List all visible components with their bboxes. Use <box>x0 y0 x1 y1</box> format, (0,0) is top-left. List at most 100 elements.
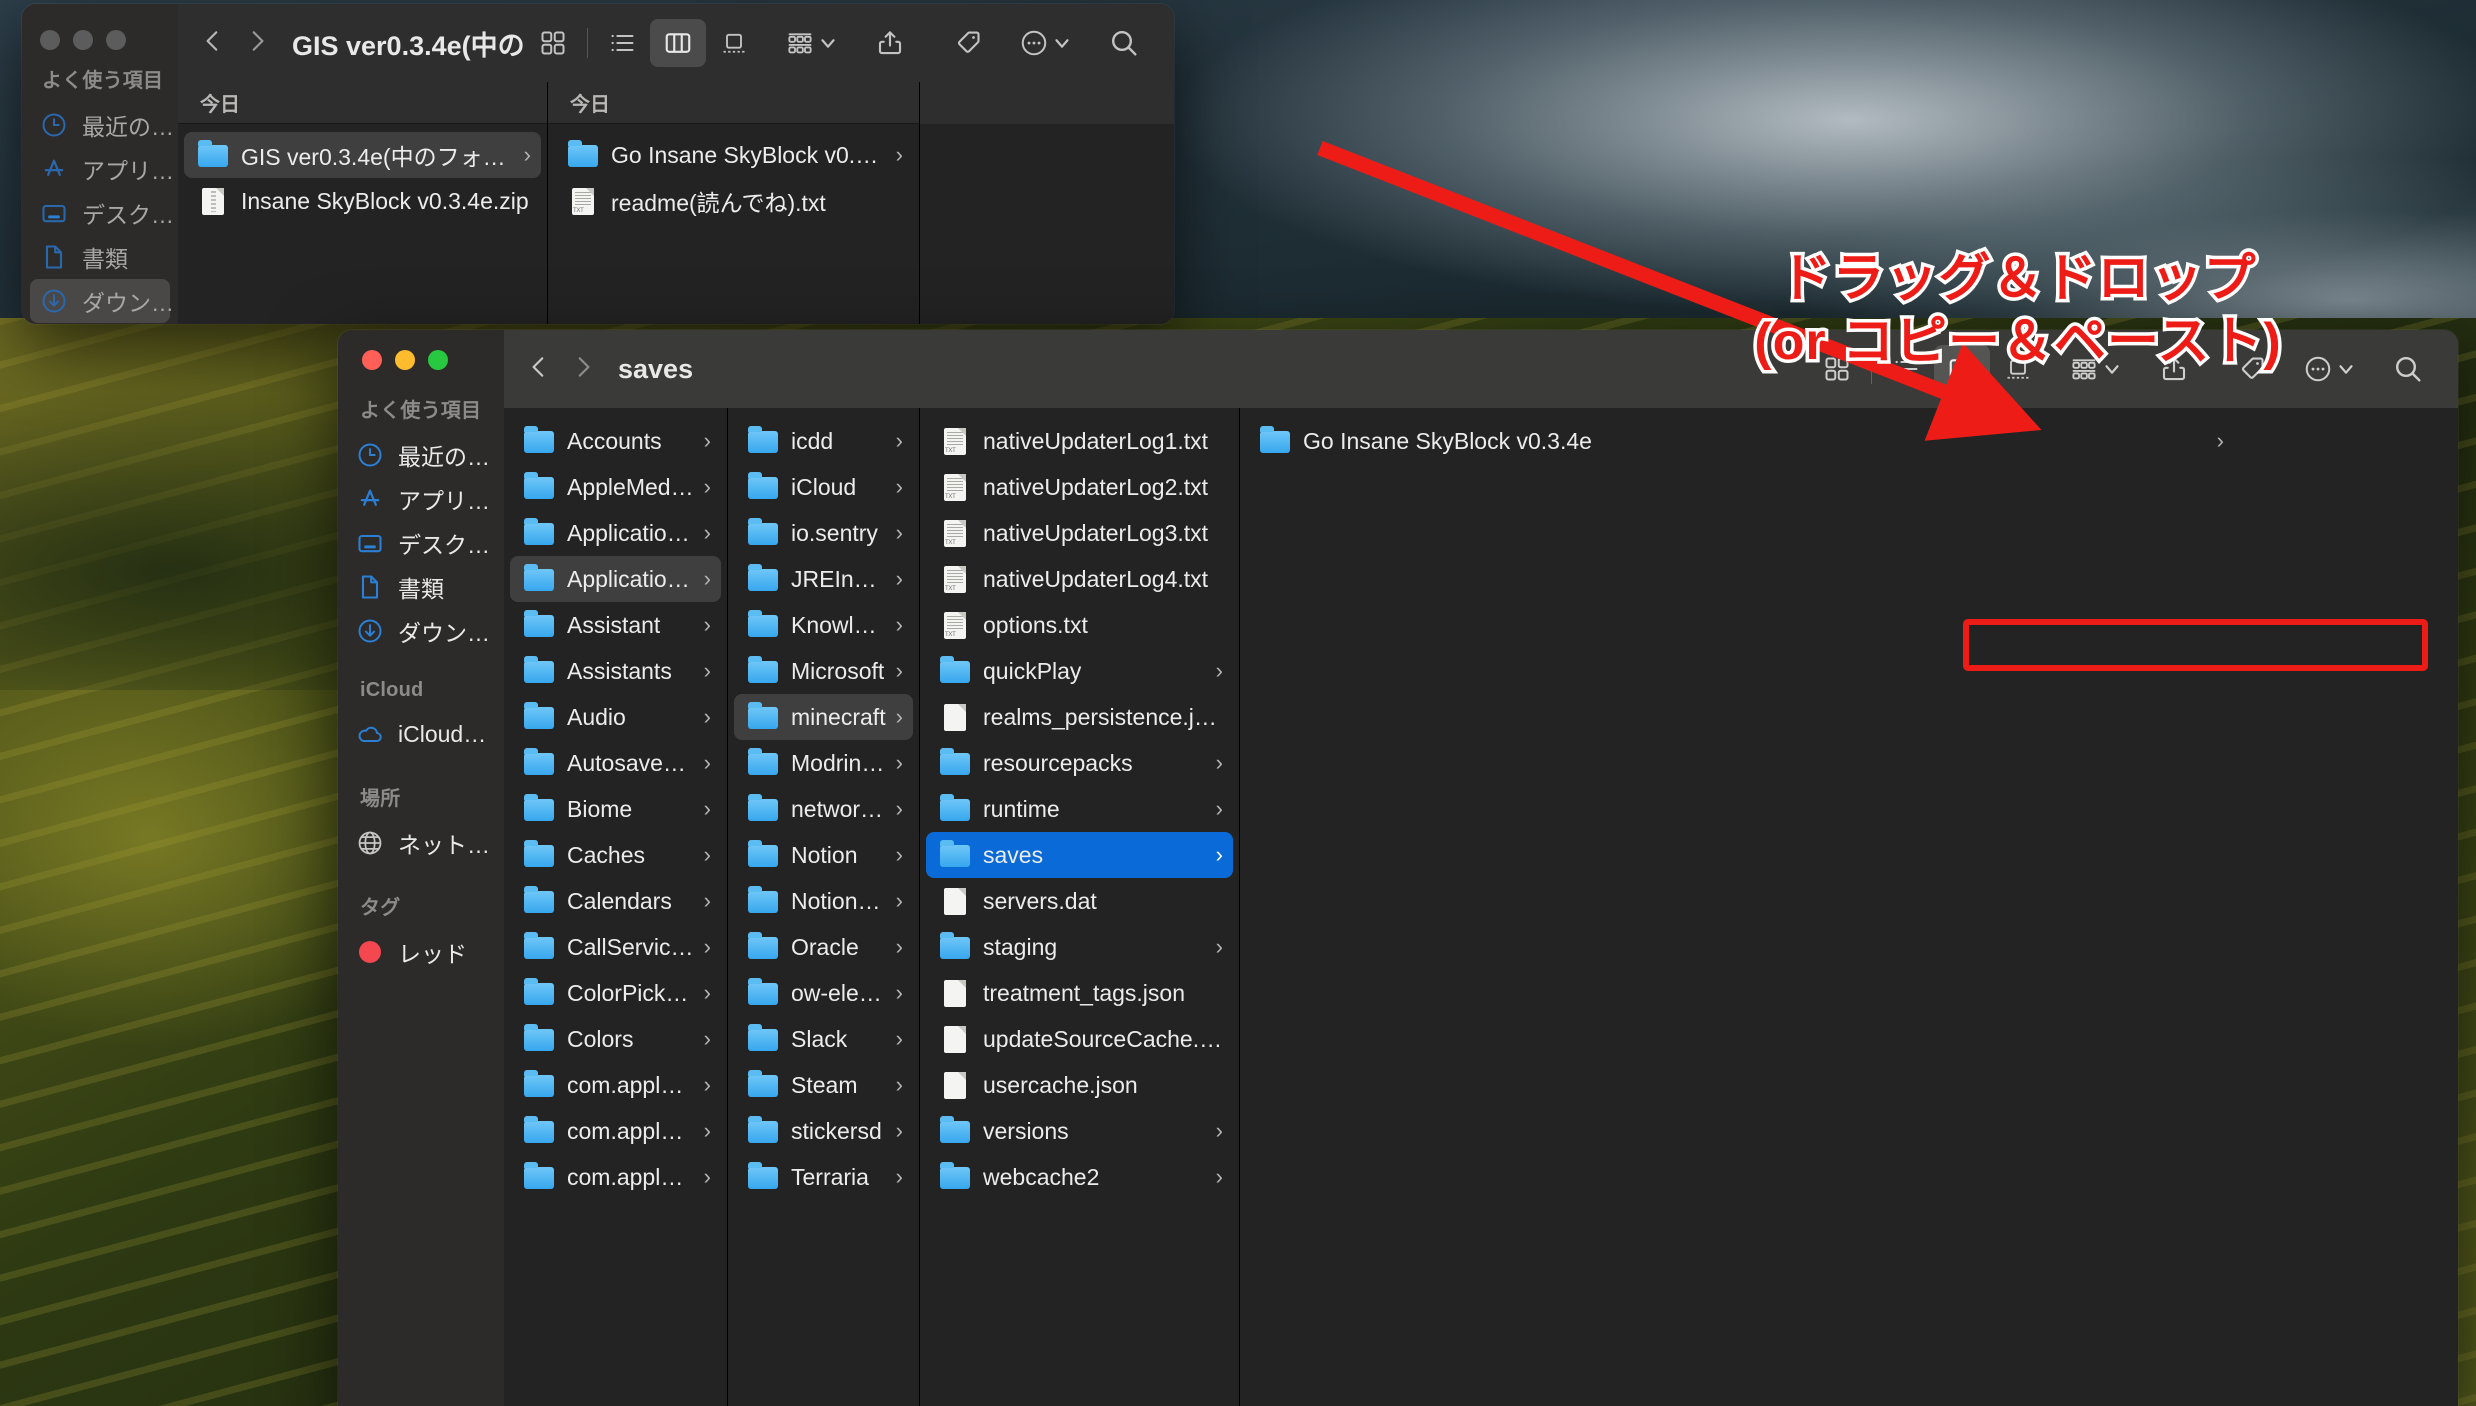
file-row[interactable]: stickersd › <box>734 1108 913 1154</box>
disclosure-chevron-icon[interactable]: › <box>886 750 903 776</box>
disclosure-chevron-icon[interactable]: › <box>694 612 711 638</box>
icon-view-button[interactable] <box>525 19 581 67</box>
sidebar-item-w2-sb-g2-0[interactable]: iCloud… <box>346 712 496 756</box>
file-row[interactable]: staging › <box>926 924 1233 970</box>
file-row[interactable]: servers.dat <box>926 878 1233 924</box>
file-row[interactable]: Assistants › <box>510 648 721 694</box>
disclosure-chevron-icon[interactable]: › <box>694 888 711 914</box>
file-row[interactable]: TXT nativeUpdaterLog4.txt <box>926 556 1233 602</box>
file-row[interactable]: resourcepacks › <box>926 740 1233 786</box>
forward-chevron-icon[interactable] <box>570 354 596 385</box>
file-row[interactable]: com.appl…Services› <box>510 1154 721 1200</box>
disclosure-chevron-icon[interactable]: › <box>1206 1164 1223 1190</box>
file-row[interactable]: quickPlay › <box>926 648 1233 694</box>
disclosure-chevron-icon[interactable]: › <box>694 842 711 868</box>
file-row[interactable]: Application Support› <box>510 556 721 602</box>
file-row[interactable]: ColorPickers › <box>510 970 721 1016</box>
window-controls-window2[interactable] <box>362 350 448 370</box>
disclosure-chevron-icon[interactable]: › <box>886 612 903 638</box>
file-row[interactable]: Go Insane SkyBlock v0.3.4e › <box>554 132 913 178</box>
file-row[interactable]: JREInstaller› <box>734 556 913 602</box>
file-row[interactable]: CallServices › <box>510 924 721 970</box>
sidebar-item-w2-sb-g3-0[interactable]: ネット… <box>346 821 496 865</box>
file-row[interactable]: TXT nativeUpdaterLog1.txt <box>926 418 1233 464</box>
file-row[interactable]: Insane SkyBlock v0.3.4e.zip <box>184 178 541 224</box>
file-row[interactable]: Audio › <box>510 694 721 740</box>
sidebar-item-w2-sb-g4-0[interactable]: レッド <box>346 930 496 974</box>
disclosure-chevron-icon[interactable]: › <box>886 934 903 960</box>
nav-buttons-window2[interactable] <box>526 354 596 385</box>
disclosure-chevron-icon[interactable]: › <box>886 1072 903 1098</box>
disclosure-chevron-icon[interactable]: › <box>694 980 711 1006</box>
file-row[interactable]: Application Scripts› <box>510 510 721 556</box>
file-row[interactable]: Notion Calendar› <box>734 878 913 924</box>
disclosure-chevron-icon[interactable]: › <box>886 704 903 730</box>
maximize-button[interactable] <box>428 350 448 370</box>
disclosure-chevron-icon[interactable]: › <box>1206 796 1223 822</box>
file-row[interactable]: Caches › <box>510 832 721 878</box>
column-view-button[interactable] <box>650 19 706 67</box>
disclosure-chevron-icon[interactable]: › <box>694 1026 711 1052</box>
disclosure-chevron-icon[interactable]: › <box>1206 934 1223 960</box>
disclosure-chevron-icon[interactable]: › <box>694 428 711 454</box>
file-row[interactable]: versions › <box>926 1108 1233 1154</box>
disclosure-chevron-icon[interactable]: › <box>694 934 711 960</box>
file-row[interactable]: runtime › <box>926 786 1233 832</box>
sidebar-item-w2-sb-g1-2[interactable]: デスク… <box>346 521 496 565</box>
file-row[interactable]: ModrinthApp› <box>734 740 913 786</box>
file-row[interactable]: minecraft › <box>734 694 913 740</box>
nav-buttons-window1[interactable] <box>200 28 270 59</box>
file-row[interactable]: Notion › <box>734 832 913 878</box>
more-actions-button[interactable] <box>1018 19 1074 67</box>
file-row[interactable]: Steam › <box>734 1062 913 1108</box>
file-row[interactable]: updateSourceCache.json <box>926 1016 1233 1062</box>
disclosure-chevron-icon[interactable]: › <box>694 1118 711 1144</box>
disclosure-chevron-icon[interactable]: › <box>694 1072 711 1098</box>
back-chevron-icon[interactable] <box>526 354 552 385</box>
sidebar-item-w2-sb-g1-1[interactable]: アプリ… <box>346 477 496 521</box>
file-row[interactable]: TXT nativeUpdaterLog3.txt <box>926 510 1233 556</box>
file-row[interactable]: io.sentry › <box>734 510 913 556</box>
file-row[interactable]: Autosave…ormation› <box>510 740 721 786</box>
file-row[interactable]: Accounts › <box>510 418 721 464</box>
minimize-button[interactable] <box>73 30 93 50</box>
search-button[interactable] <box>1096 19 1152 67</box>
file-row[interactable]: usercache.json <box>926 1062 1233 1108</box>
finder-window-saves[interactable]: よく使う項目 最近の… アプリ… デスク… 書類 ダウン… iCloud iCloud…… <box>338 330 2458 1406</box>
disclosure-chevron-icon[interactable]: › <box>886 1118 903 1144</box>
sidebar-item-w1-1[interactable]: アプリ… <box>30 147 174 191</box>
file-row[interactable]: realms_persistence.json <box>926 694 1233 740</box>
disclosure-chevron-icon[interactable]: › <box>694 704 711 730</box>
disclosure-chevron-icon[interactable]: › <box>694 520 711 546</box>
file-row[interactable]: ow-electron› <box>734 970 913 1016</box>
disclosure-chevron-icon[interactable]: › <box>886 796 903 822</box>
sidebar-item-w1-2[interactable]: デスク… <box>30 191 174 235</box>
file-row[interactable]: Colors › <box>510 1016 721 1062</box>
finder-window-downloads[interactable]: よく使う項目 最近の… アプリ… デスク… 書類 ダウン… GIS ver0.3.4e(… <box>22 4 1174 324</box>
disclosure-chevron-icon[interactable]: › <box>886 842 903 868</box>
disclosure-chevron-icon[interactable]: › <box>886 566 903 592</box>
file-row[interactable]: AppleMediaServices› <box>510 464 721 510</box>
file-row[interactable]: Assistant › <box>510 602 721 648</box>
file-row[interactable]: webcache2 › <box>926 1154 1233 1200</box>
disclosure-chevron-icon[interactable]: › <box>694 750 711 776</box>
file-row[interactable]: GIS ver0.3.4e(中のフォルダを saveへ)› <box>184 132 541 178</box>
disclosure-chevron-icon[interactable]: › <box>886 658 903 684</box>
sidebar-item-w2-sb-g1-4[interactable]: ダウン… <box>346 609 496 653</box>
disclosure-chevron-icon[interactable]: › <box>886 428 903 454</box>
disclosure-chevron-icon[interactable]: › <box>886 888 903 914</box>
disclosure-chevron-icon[interactable]: › <box>886 474 903 500</box>
maximize-button[interactable] <box>106 30 126 50</box>
sidebar-item-w1-0[interactable]: 最近の… <box>30 103 174 147</box>
window-controls-window1[interactable] <box>40 30 126 50</box>
gallery-view-button[interactable] <box>706 19 762 67</box>
sidebar-item-w2-sb-g1-3[interactable]: 書類 <box>346 565 496 609</box>
file-row[interactable]: Oracle › <box>734 924 913 970</box>
disclosure-chevron-icon[interactable]: › <box>694 1164 711 1190</box>
file-row[interactable]: Slack › <box>734 1016 913 1062</box>
back-chevron-icon[interactable] <box>200 28 226 59</box>
disclosure-chevron-icon[interactable]: › <box>694 474 711 500</box>
file-row[interactable]: com.appl…accountd› <box>510 1108 721 1154</box>
disclosure-chevron-icon[interactable]: › <box>886 1164 903 1190</box>
close-button[interactable] <box>362 350 382 370</box>
